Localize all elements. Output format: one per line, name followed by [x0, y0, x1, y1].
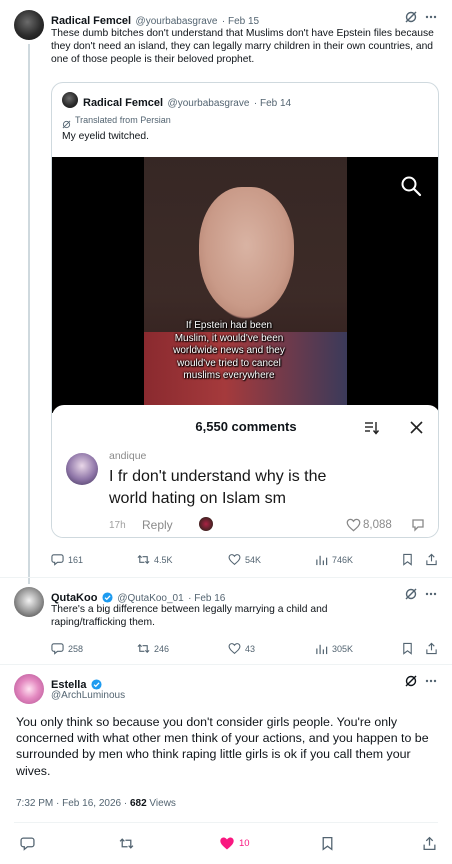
- divider: [0, 577, 452, 578]
- heart-icon: [228, 554, 241, 566]
- post-date[interactable]: · Feb 15: [222, 16, 259, 27]
- heart-filled-icon: [220, 837, 234, 850]
- repost-button[interactable]: 246: [137, 642, 169, 655]
- post-timestamp: 7:32 PM · Feb 16, 2026 · 682 Views: [16, 798, 176, 809]
- avatar[interactable]: [14, 587, 44, 617]
- repost-button[interactable]: 4.5K: [137, 553, 173, 566]
- comment-like-icon[interactable]: [346, 518, 361, 532]
- repost-icon: [137, 643, 150, 654]
- translated-row: Translated from Persian: [62, 115, 171, 128]
- share-icon[interactable]: [425, 553, 438, 566]
- repost-icon: [119, 838, 134, 849]
- views-count: 682: [129, 798, 147, 809]
- grok-icon[interactable]: [404, 587, 418, 601]
- face-shape: [199, 187, 294, 317]
- commenter-avatar: [66, 453, 98, 485]
- reply-icon: [20, 837, 35, 851]
- search-icon[interactable]: [400, 175, 422, 197]
- post-text: These dumb bitches don't understand that…: [51, 28, 434, 66]
- repost-count: 4.5K: [154, 554, 173, 565]
- thread-line: [28, 44, 30, 584]
- repost-count: 246: [154, 643, 170, 654]
- views-icon: [316, 555, 328, 566]
- quote-date: · Feb 14: [253, 98, 292, 109]
- reply-button[interactable]: 161: [51, 553, 83, 566]
- divider: [14, 822, 438, 823]
- like-count: 10: [239, 838, 250, 849]
- verified-badge-icon: [91, 679, 102, 690]
- like-button[interactable]: 54K: [228, 553, 261, 566]
- quote-card[interactable]: Radical Femcel @yourbabasgrave · Feb 14 …: [51, 82, 439, 538]
- author-handle[interactable]: @ArchLuminous: [51, 690, 125, 701]
- reply-count: 161: [68, 554, 84, 565]
- avatar[interactable]: [14, 674, 44, 704]
- video-player[interactable]: If Epstein had been Muslim, it would've …: [52, 157, 438, 413]
- grok-icon[interactable]: [404, 674, 418, 688]
- bookmark-icon[interactable]: [401, 642, 414, 655]
- comment-like-count: 8,088: [363, 519, 392, 531]
- comments-count: 6,550 comments: [195, 419, 297, 434]
- comment-time: 17h: [109, 520, 126, 531]
- comment-text: I fr don't understand why is the world h…: [109, 468, 327, 507]
- post-time[interactable]: 7:32 PM · Feb 16, 2026 ·: [16, 798, 130, 809]
- divider: [0, 664, 452, 665]
- more-icon[interactable]: [424, 674, 438, 688]
- views-count: 746K: [332, 554, 354, 565]
- reply-button[interactable]: 258: [51, 642, 83, 655]
- views-icon: [316, 644, 328, 655]
- like-button[interactable]: 10: [219, 836, 250, 851]
- reply-icon: [51, 643, 64, 655]
- like-count: 43: [245, 643, 256, 654]
- quote-text: My eyelid twitched.: [62, 131, 149, 142]
- translate-icon: [62, 116, 71, 128]
- more-icon[interactable]: [424, 10, 438, 24]
- more-icon[interactable]: [424, 587, 438, 601]
- views-label: Views: [146, 798, 176, 809]
- author-name[interactable]: Radical Femcel: [51, 15, 131, 27]
- reply-count: 258: [68, 643, 84, 654]
- post-text: There's a big difference between legally…: [51, 604, 328, 629]
- share-icon[interactable]: [422, 836, 437, 851]
- grok-icon[interactable]: [404, 10, 418, 24]
- reply-icon: [51, 554, 64, 566]
- commenter-name: andique: [109, 450, 147, 462]
- quote-avatar: [62, 92, 78, 108]
- video-caption: If Epstein had been Muslim, it would've …: [173, 320, 285, 381]
- post-actions: 10: [0, 836, 452, 854]
- like-button[interactable]: 43: [228, 642, 255, 655]
- verified-badge-icon: [102, 592, 113, 603]
- share-icon[interactable]: [425, 642, 438, 655]
- sort-icon[interactable]: [364, 421, 380, 435]
- dislike-icon[interactable]: [411, 518, 425, 532]
- translated-label: Translated from Persian: [75, 115, 171, 125]
- comments-sheet: 6,550 comments andique I fr don't unders…: [52, 405, 438, 537]
- quote-author-name: Radical Femcel: [83, 97, 164, 109]
- author-handle[interactable]: @yourbabasgrave: [136, 16, 218, 27]
- heart-icon: [228, 643, 241, 655]
- quote-author-handle: @yourbabasgrave: [167, 98, 250, 109]
- post-text: You only think so because you don't cons…: [16, 715, 429, 778]
- avatar[interactable]: [14, 10, 44, 40]
- reply-button[interactable]: [20, 836, 35, 851]
- close-icon[interactable]: [410, 421, 423, 434]
- views-button[interactable]: 746K: [315, 553, 353, 566]
- comment-reply-button[interactable]: Reply: [142, 518, 173, 532]
- quote-header: Radical Femcel @yourbabasgrave · Feb 14: [83, 93, 291, 111]
- bookmark-icon[interactable]: [401, 553, 414, 566]
- repost-icon: [137, 554, 150, 565]
- bookmark-icon[interactable]: [320, 836, 335, 851]
- repost-button[interactable]: [119, 836, 134, 851]
- like-count: 54K: [245, 554, 262, 565]
- views-button[interactable]: 305K: [315, 642, 353, 655]
- views-count: 305K: [332, 643, 354, 654]
- reply-avatar-icon: [199, 517, 213, 531]
